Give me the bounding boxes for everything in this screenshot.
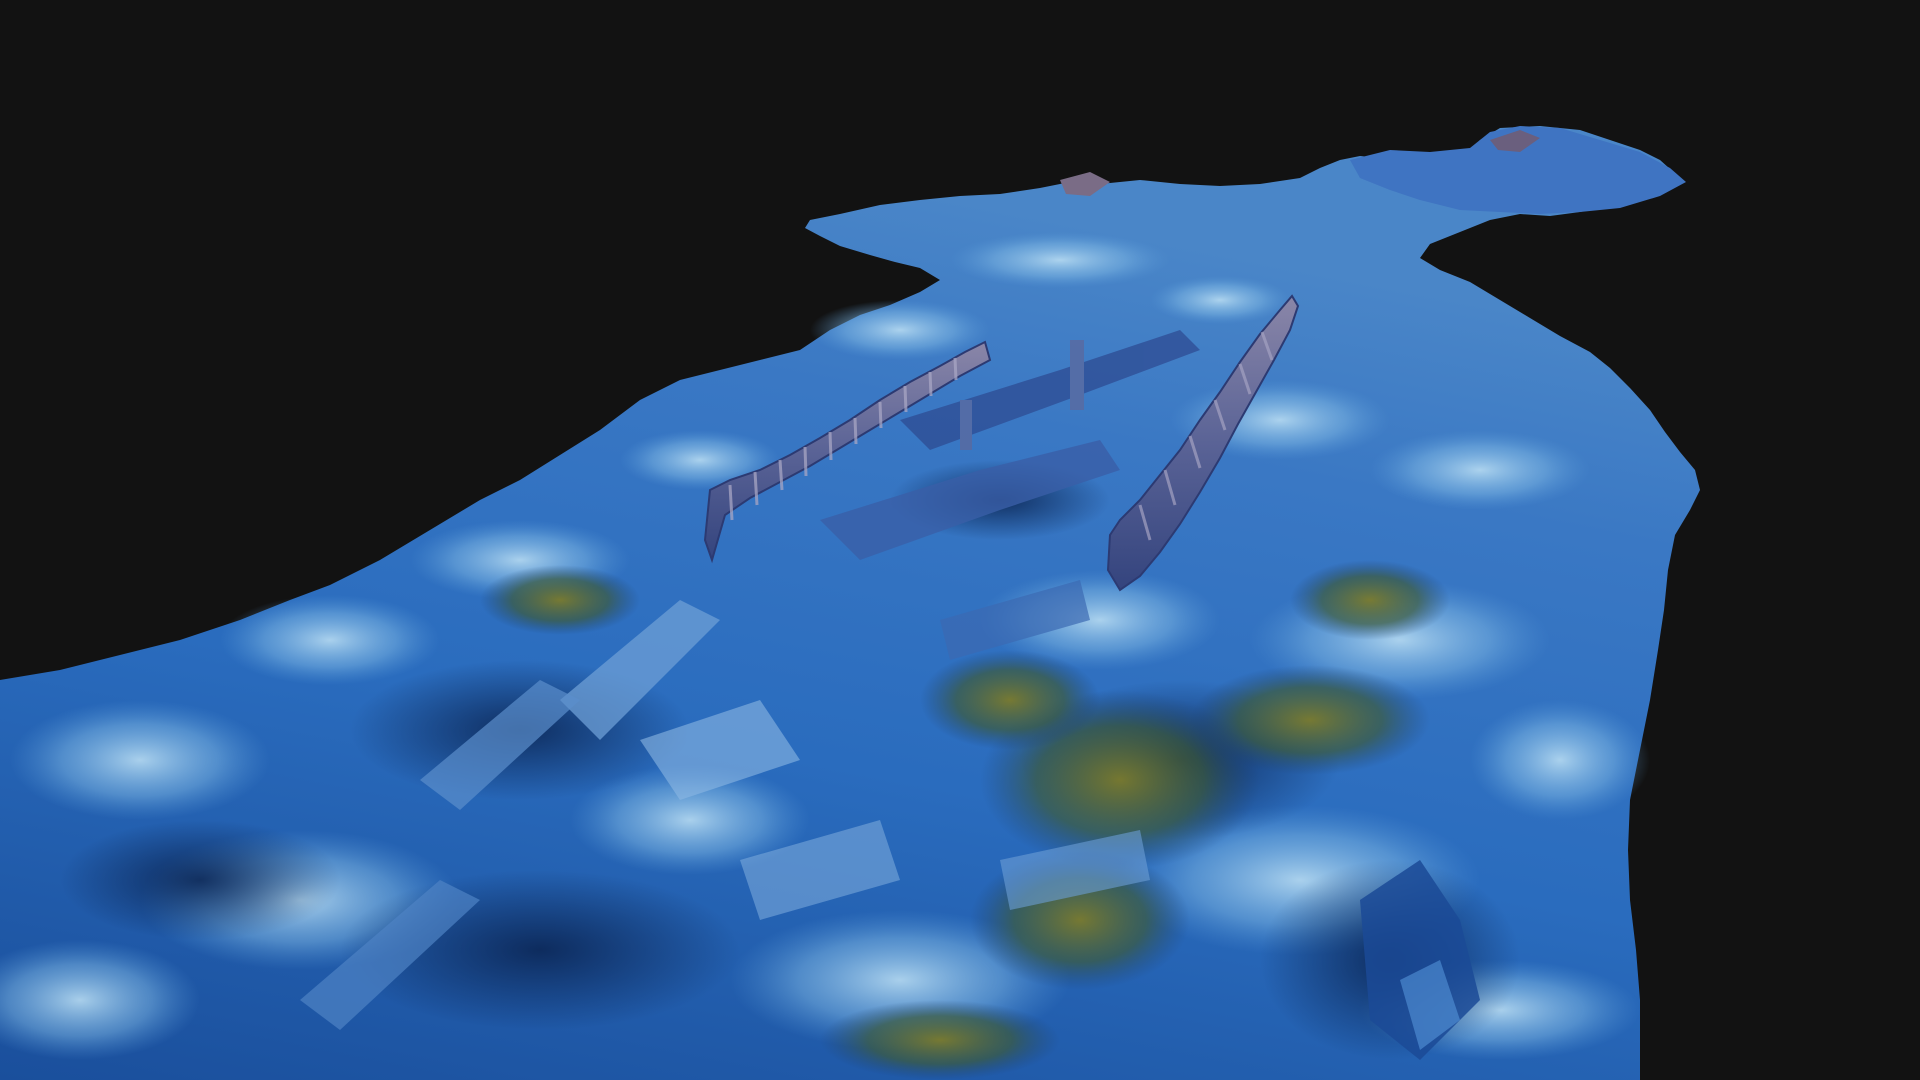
shipwreck-3d-model[interactable]: [0, 0, 1920, 1080]
model-viewport[interactable]: [0, 0, 1920, 1080]
